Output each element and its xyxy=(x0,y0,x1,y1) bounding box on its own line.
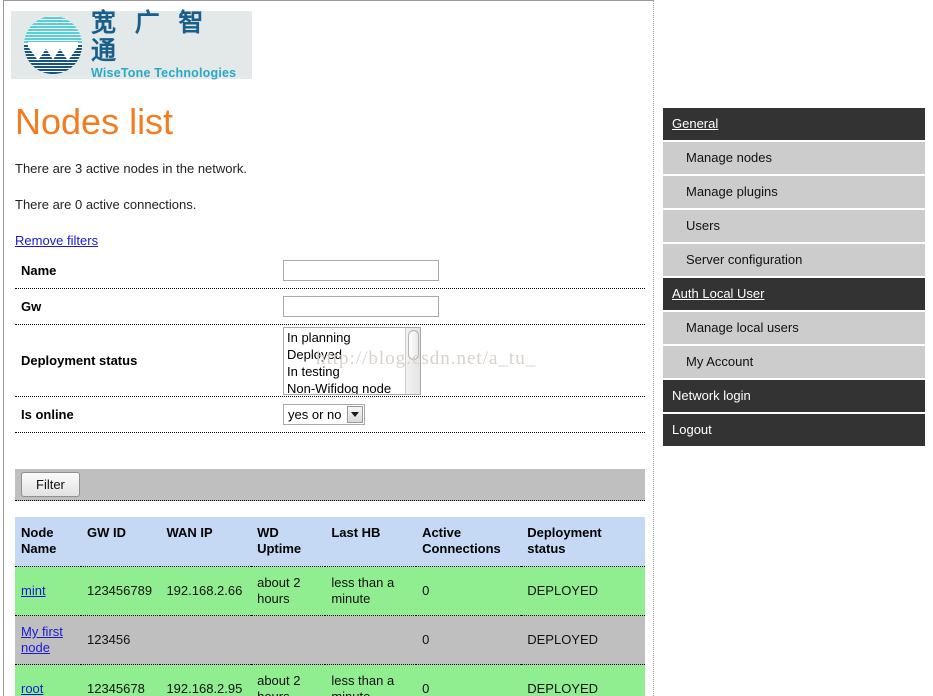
deployment-status-option[interactable]: Non-Wifidog node xyxy=(287,380,420,395)
filter-row-name: Name xyxy=(15,253,645,289)
cell-wd-uptime: about 2 hours xyxy=(251,665,325,696)
name-input[interactable] xyxy=(283,260,439,281)
column-header-last-hb: Last HB xyxy=(325,517,416,567)
deployment-status-option[interactable]: In planning xyxy=(287,329,420,346)
cell-wan-ip: 192.168.2.95 xyxy=(160,665,251,696)
cell-node-name: My first node xyxy=(15,616,81,665)
filter-actions-bar: Filter xyxy=(15,469,645,501)
scrollbar-thumb[interactable] xyxy=(408,330,419,360)
sidebar-item-manage-local-users[interactable]: Manage local users xyxy=(663,312,925,344)
is-online-select[interactable]: yes or no xyxy=(283,404,365,425)
sidebar-item-users[interactable]: Users xyxy=(663,210,925,242)
column-header-wd-uptime: WD Uptime xyxy=(251,517,325,567)
filter-label-name: Name xyxy=(15,263,283,278)
sidebar-section-auth-local-user-label: Auth Local User xyxy=(672,286,765,301)
deployment-status-option-list: In planning Deployed In testing Non-Wifi… xyxy=(284,328,420,395)
cell-gw-id: 12345678 xyxy=(81,665,160,696)
node-name-link[interactable]: mint xyxy=(21,583,46,598)
deployment-status-option[interactable]: Deployed xyxy=(287,346,420,363)
nodes-table: Node Name GW ID WAN IP WD Uptime Last HB… xyxy=(15,517,645,696)
node-name-link[interactable]: My first node xyxy=(21,624,63,655)
sidebar-section-general[interactable]: General xyxy=(663,108,925,140)
column-header-active-connections: Active Connections xyxy=(416,517,521,567)
table-row: mint 123456789 192.168.2.66 about 2 hour… xyxy=(15,567,645,616)
sidebar-item-network-login[interactable]: Network login xyxy=(663,380,925,412)
filter-label-is-online: Is online xyxy=(15,407,283,422)
gw-input[interactable] xyxy=(283,296,439,317)
cell-active-connections: 0 xyxy=(416,616,521,665)
active-connections-text: There are 0 active connections. xyxy=(15,197,196,213)
table-header-row: Node Name GW ID WAN IP WD Uptime Last HB… xyxy=(15,517,645,567)
filter-form: Name Gw Deployment status In planning De… xyxy=(15,253,645,433)
cell-deployment-status: DEPLOYED xyxy=(521,616,645,665)
filter-row-gw: Gw xyxy=(15,289,645,325)
sidebar-nav: General Manage nodes Manage plugins User… xyxy=(663,108,925,446)
filter-row-is-online: Is online yes or no xyxy=(15,397,645,433)
node-name-link[interactable]: root xyxy=(21,681,43,696)
column-header-wan-ip: WAN IP xyxy=(160,517,251,567)
content-sidebar-divider xyxy=(653,0,654,696)
column-header-node-name: Node Name xyxy=(15,517,81,567)
sidebar-item-manage-nodes[interactable]: Manage nodes xyxy=(663,142,925,174)
brand-name-cn: 宽 广 智 通 xyxy=(91,9,252,65)
cell-wd-uptime: about 2 hours xyxy=(251,567,325,616)
deployment-status-option[interactable]: In testing xyxy=(287,363,420,380)
column-header-gw-id: GW ID xyxy=(81,517,160,567)
filter-button[interactable]: Filter xyxy=(21,472,80,497)
sidebar-item-server-configuration[interactable]: Server configuration xyxy=(663,244,925,276)
cell-last-hb: less than a minute xyxy=(325,665,416,696)
cell-node-name: root xyxy=(15,665,81,696)
is-online-selected-value: yes or no xyxy=(288,407,347,422)
cell-wd-uptime xyxy=(251,616,325,665)
cell-last-hb xyxy=(325,616,416,665)
cell-gw-id: 123456789 xyxy=(81,567,160,616)
cell-last-hb: less than a minute xyxy=(325,567,416,616)
cell-wan-ip: 192.168.2.66 xyxy=(160,567,251,616)
cell-deployment-status: DEPLOYED xyxy=(521,567,645,616)
remove-filters-link[interactable]: Remove filters xyxy=(15,233,98,248)
brand-logo-block: 宽 广 智 通 WiseTone Technologies xyxy=(11,11,252,79)
cell-node-name: mint xyxy=(15,567,81,616)
table-row: My first node 123456 0 DEPLOYED xyxy=(15,616,645,665)
filter-label-gw: Gw xyxy=(15,299,283,314)
cell-wan-ip xyxy=(160,616,251,665)
page-root: 宽 广 智 通 WiseTone Technologies Nodes list… xyxy=(0,0,933,696)
deployment-status-multiselect[interactable]: In planning Deployed In testing Non-Wifi… xyxy=(283,327,421,395)
brand-text: 宽 广 智 通 WiseTone Technologies xyxy=(91,9,252,81)
sidebar-section-auth-local-user[interactable]: Auth Local User xyxy=(663,278,925,310)
column-header-deployment-status: Deployment status xyxy=(521,517,645,567)
chevron-down-icon[interactable] xyxy=(347,406,363,423)
table-row: root 12345678 192.168.2.95 about 2 hours… xyxy=(15,665,645,696)
sidebar-item-logout[interactable]: Logout xyxy=(663,414,925,446)
page-title: Nodes list xyxy=(15,101,173,143)
wisetone-circle-wave-logo-icon xyxy=(24,16,82,74)
deployment-status-scrollbar[interactable] xyxy=(405,328,420,394)
cell-deployment-status: DEPLOYED xyxy=(521,665,645,696)
active-nodes-text: There are 3 active nodes in the network. xyxy=(15,161,247,177)
logo-w-wave-icon xyxy=(28,42,78,64)
brand-name-en: WiseTone Technologies xyxy=(91,66,252,81)
filter-row-deployment-status: Deployment status In planning Deployed I… xyxy=(15,325,645,397)
sidebar-item-manage-plugins[interactable]: Manage plugins xyxy=(663,176,925,208)
cell-active-connections: 0 xyxy=(416,665,521,696)
filter-label-deployment-status: Deployment status xyxy=(15,353,283,368)
cell-active-connections: 0 xyxy=(416,567,521,616)
sidebar-item-my-account[interactable]: My Account xyxy=(663,346,925,378)
sidebar-section-general-label: General xyxy=(672,116,718,131)
cell-gw-id: 123456 xyxy=(81,616,160,665)
